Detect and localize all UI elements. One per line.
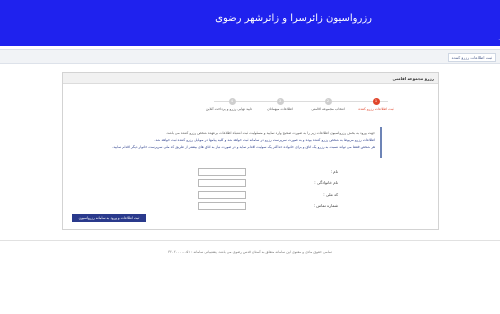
national-id-input[interactable] [198,191,246,199]
header-bar: رزرواسیون زائرسرا و زائرشهر رضوی . [0,0,500,46]
reservation-panel: رزرو مجموعه اقامتی 1 ثبت اطلاعات رزرو کن… [62,72,439,230]
submit-button[interactable]: ثبت اطلاعات و ورود به سامانه رزرواسیون [72,214,146,222]
step-3: 3 اطلاعات میهمانان [260,98,300,111]
phone-input[interactable] [198,202,246,210]
last-name-row: نام خانوادگی : [198,179,338,187]
wizard-steps: 1 ثبت اطلاعات رزرو کننده 2 انتخاب مجموعه… [206,98,396,114]
step-number: 1 [372,98,380,105]
step-label: ثبت اطلاعات رزرو کننده [358,107,394,111]
site-title: رزرواسیون زائرسرا و زائرشهر رضوی [215,13,372,24]
instruction-line: هر شخص فقط می تواند نسبت به رزرو یک اتاق… [112,145,375,149]
footer-text: تمامی حقوق مادی و معنوی این سامانه متعلق… [168,250,332,254]
footer-divider [0,240,500,241]
step-1: 1 ثبت اطلاعات رزرو کننده [356,98,396,111]
instructions-box: جهت ورود به بخش رزرواسیون اطلاعات زیر را… [112,127,382,158]
instruction-line: جهت ورود به بخش رزرواسیون اطلاعات زیر را… [165,131,375,135]
last-name-input[interactable] [198,179,246,187]
instruction-line: اطلاعات رزرو مربوط به شخص رزرو کننده بود… [154,138,375,142]
phone-row: شماره تماس : [198,202,338,210]
step-label: اطلاعات میهمانان [267,107,293,111]
breadcrumb-bar: ثبت اطلاعات رزرو کننده [0,49,500,64]
national-id-label: کد ملی : [323,192,338,197]
breadcrumb[interactable]: ثبت اطلاعات رزرو کننده [447,53,496,62]
step-number: 2 [324,98,332,105]
step-4: 4 تایید نهایی رزرو و پرداخت آنلاین [205,98,252,111]
step-2: 2 انتخاب مجموعه اقامتی [308,98,348,111]
step-number: 4 [228,98,236,105]
first-name-input[interactable] [198,168,246,176]
step-number: 3 [276,98,284,105]
step-label: انتخاب مجموعه اقامتی [311,107,345,111]
first-name-row: نام : [198,168,338,176]
first-name-label: نام : [330,169,338,174]
national-id-row: کد ملی : [198,191,338,199]
phone-label: شماره تماس : [313,203,338,208]
last-name-label: نام خانوادگی : [314,180,338,185]
panel-title: رزرو مجموعه اقامتی [63,73,438,84]
step-label: تایید نهایی رزرو و پرداخت آنلاین [205,107,252,111]
